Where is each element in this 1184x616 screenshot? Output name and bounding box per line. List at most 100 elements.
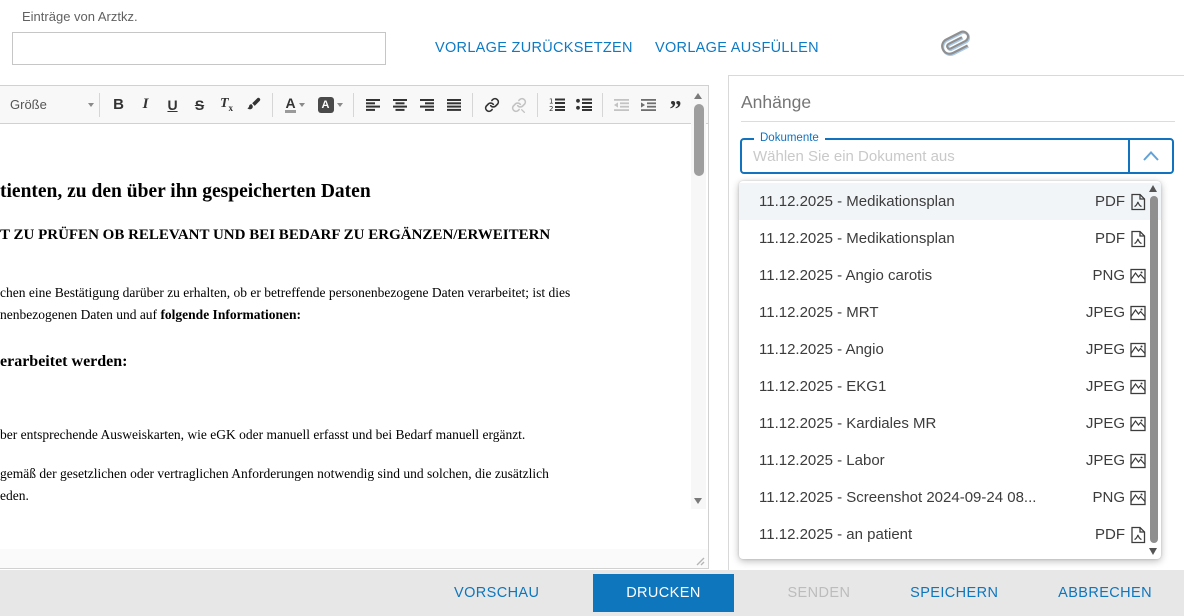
outdent-icon[interactable] bbox=[608, 91, 635, 119]
align-right-icon[interactable] bbox=[413, 91, 440, 119]
document-name: 11.12.2025 - EKG1 bbox=[759, 378, 1086, 395]
scrollbar-thumb[interactable] bbox=[694, 104, 704, 176]
document-name: 11.12.2025 - Screenshot 2024-09-24 08... bbox=[759, 489, 1092, 506]
document-filetype: JPEG bbox=[1086, 304, 1125, 321]
scroll-up-icon[interactable] bbox=[694, 93, 702, 99]
entries-by-doctor-input[interactable] bbox=[12, 32, 386, 65]
scrollbar-thumb[interactable] bbox=[1150, 196, 1158, 543]
image-icon bbox=[1129, 452, 1147, 470]
scroll-down-icon[interactable] bbox=[1149, 548, 1157, 555]
link-icon[interactable] bbox=[478, 91, 505, 119]
action-bar: VORSCHAU DRUCKEN SENDEN SPEICHERN ABBREC… bbox=[0, 570, 1184, 616]
editor-paragraph: chen eine Bestätigung darüber zu erhalte… bbox=[0, 282, 708, 304]
svg-text:2: 2 bbox=[549, 105, 553, 111]
document-filetype: JPEG bbox=[1086, 341, 1125, 358]
document-filetype: PDF bbox=[1095, 526, 1125, 543]
document-name: 11.12.2025 - MRT bbox=[759, 304, 1086, 321]
bulleted-list-icon[interactable] bbox=[570, 91, 597, 119]
document-list-item[interactable]: 11.12.2025 - Medikationsplan PDF bbox=[739, 183, 1161, 220]
strikethrough-icon[interactable]: S bbox=[186, 91, 213, 119]
paperclip-icon[interactable] bbox=[941, 27, 971, 59]
document-list-item[interactable]: 11.12.2025 - Angio carotis PNG bbox=[739, 257, 1161, 294]
font-size-dropdown[interactable]: Größe bbox=[10, 97, 94, 112]
editor-bottom-bar bbox=[0, 549, 708, 568]
document-list-item[interactable]: 11.12.2025 - Screenshot 2024-09-24 08...… bbox=[739, 479, 1161, 516]
fill-template-button[interactable]: VORLAGE AUSFÜLLEN bbox=[655, 40, 819, 56]
image-icon bbox=[1129, 489, 1147, 507]
image-icon bbox=[1129, 267, 1147, 285]
remove-format-icon[interactable]: Tx bbox=[213, 91, 240, 119]
editor-paragraph: gemäß der gesetzlichen oder vertragliche… bbox=[0, 463, 708, 485]
document-filetype: JPEG bbox=[1086, 378, 1125, 395]
editor-paragraph: erarbeitet werden: bbox=[0, 353, 708, 371]
editor-vertical-scrollbar[interactable] bbox=[691, 88, 706, 509]
action-button[interactable]: SENDEN bbox=[781, 575, 856, 611]
editor-paragraph: tienten, zu den über ihn gespeicherten D… bbox=[0, 181, 708, 203]
action-button[interactable]: DRUCKEN bbox=[593, 574, 734, 612]
action-button[interactable]: ABBRECHEN bbox=[1052, 575, 1158, 611]
editor-paragraph: nenbezogenen Daten und auf folgende Info… bbox=[0, 304, 708, 326]
rich-text-editor: Größe B I U S Tx A A bbox=[0, 85, 709, 569]
align-justify-icon[interactable] bbox=[440, 91, 467, 119]
document-list-item[interactable]: 11.12.2025 - MRT JPEG bbox=[739, 294, 1161, 331]
attachments-panel: Anhänge Dokumente Wählen Sie ein Dokumen… bbox=[728, 75, 1184, 570]
editor-paragraph: eden. bbox=[0, 485, 708, 507]
numbered-list-icon[interactable]: 12 bbox=[543, 91, 570, 119]
document-dropdown-list: 11.12.2025 - Medikationsplan PDF 11.12.2… bbox=[739, 181, 1161, 559]
editor-content-area[interactable]: tienten, zu den über ihn gespeicherten D… bbox=[0, 124, 708, 549]
chevron-down-icon bbox=[88, 103, 94, 107]
pdf-icon bbox=[1129, 193, 1147, 211]
document-name: 11.12.2025 - Medikationsplan bbox=[759, 230, 1095, 247]
text-color-icon[interactable]: A bbox=[278, 91, 312, 119]
image-icon bbox=[1129, 415, 1147, 433]
document-filetype: PDF bbox=[1095, 193, 1125, 210]
blockquote-icon[interactable]: ” bbox=[662, 91, 689, 119]
action-button[interactable]: VORSCHAU bbox=[448, 575, 545, 611]
document-select[interactable]: Dokumente Wählen Sie ein Dokument aus bbox=[740, 138, 1174, 174]
image-icon bbox=[1129, 378, 1147, 396]
document-select-toggle[interactable] bbox=[1128, 140, 1172, 172]
background-color-icon[interactable]: A bbox=[312, 91, 348, 119]
document-name: 11.12.2025 - Angio carotis bbox=[759, 267, 1092, 284]
reset-template-button[interactable]: VORLAGE ZURÜCKSETZEN bbox=[435, 40, 633, 56]
document-list-item[interactable]: 11.12.2025 - Kardiales MR JPEG bbox=[739, 405, 1161, 442]
pdf-icon bbox=[1129, 230, 1147, 248]
image-icon bbox=[1129, 304, 1147, 322]
document-filetype: PDF bbox=[1095, 230, 1125, 247]
resize-handle-icon[interactable] bbox=[694, 555, 705, 566]
document-list-item[interactable]: 11.12.2025 - Labor JPEG bbox=[739, 442, 1161, 479]
document-list-item[interactable]: 11.12.2025 - Medikationsplan PDF bbox=[739, 220, 1161, 257]
editor-toolbar: Größe B I U S Tx A A bbox=[0, 86, 708, 124]
document-filetype: JPEG bbox=[1086, 415, 1125, 432]
action-button[interactable]: SPEICHERN bbox=[904, 575, 1004, 611]
attachments-title: Anhänge bbox=[741, 92, 811, 113]
document-select-label: Dokumente bbox=[754, 132, 825, 144]
indent-icon[interactable] bbox=[635, 91, 662, 119]
scroll-up-icon[interactable] bbox=[1149, 185, 1157, 192]
underline-icon[interactable]: U bbox=[159, 91, 186, 119]
document-filetype: JPEG bbox=[1086, 452, 1125, 469]
document-name: 11.12.2025 - Kardiales MR bbox=[759, 415, 1086, 432]
list-vertical-scrollbar[interactable] bbox=[1149, 185, 1158, 555]
document-name: 11.12.2025 - Medikationsplan bbox=[759, 193, 1095, 210]
entries-by-doctor-label: Einträge von Arztkz. bbox=[22, 9, 138, 24]
copy-formatting-icon[interactable] bbox=[240, 91, 267, 119]
italic-icon[interactable]: I bbox=[132, 91, 159, 119]
letter-compose-screen: Einträge von Arztkz. VORLAGE ZURÜCKSETZE… bbox=[0, 0, 1184, 616]
image-icon bbox=[1129, 341, 1147, 359]
align-center-icon[interactable] bbox=[386, 91, 413, 119]
document-name: 11.12.2025 - Angio bbox=[759, 341, 1086, 358]
document-list-item[interactable]: 11.12.2025 - an patient PDF bbox=[739, 516, 1161, 553]
scroll-down-icon[interactable] bbox=[694, 498, 702, 504]
bold-icon[interactable]: B bbox=[105, 91, 132, 119]
document-list-item[interactable]: 11.12.2025 - EKG1 JPEG bbox=[739, 368, 1161, 405]
pdf-icon bbox=[1129, 526, 1147, 544]
document-list-item[interactable]: 11.12.2025 - Angio JPEG bbox=[739, 331, 1161, 368]
document-select-placeholder: Wählen Sie ein Dokument aus bbox=[742, 140, 1128, 172]
editor-paragraph: ber entsprechende Ausweiskarten, wie eGK… bbox=[0, 424, 708, 446]
unlink-icon[interactable] bbox=[505, 91, 532, 119]
chevron-up-icon bbox=[1143, 151, 1159, 161]
document-filetype: PNG bbox=[1092, 489, 1125, 506]
align-left-icon[interactable] bbox=[359, 91, 386, 119]
editor-paragraph: T ZU PRÜFEN OB RELEVANT UND BEI BEDARF Z… bbox=[0, 227, 708, 244]
